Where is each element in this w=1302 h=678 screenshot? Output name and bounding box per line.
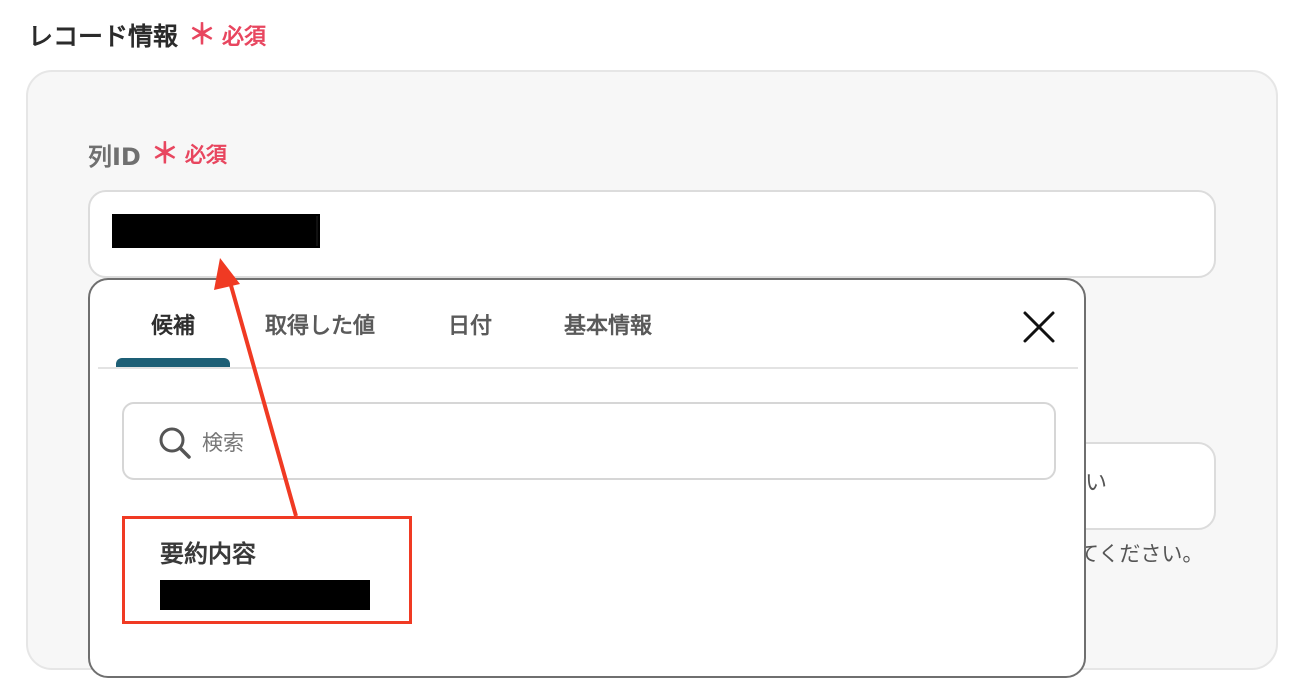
background-input-text: い xyxy=(1085,471,1108,496)
close-icon[interactable] xyxy=(1020,308,1058,346)
tabs-divider xyxy=(98,367,1078,369)
redacted-value xyxy=(112,214,320,248)
section-title-text: レコード情報 xyxy=(28,22,179,51)
required-label: 必須 xyxy=(222,25,267,50)
text-caret xyxy=(316,216,318,246)
field-label-text: 列ID xyxy=(88,142,141,171)
tab-candidates[interactable]: 候補 xyxy=(116,280,230,368)
required-asterisk: ＊ xyxy=(150,137,179,170)
search-box xyxy=(122,402,1056,480)
section-title: レコード情報 ＊ 必須 xyxy=(28,18,266,52)
background-hint-text: てください。 xyxy=(1078,542,1204,566)
tab-acquired-values[interactable]: 取得した値 xyxy=(254,280,386,368)
popup-tabs: 候補 取得した値 日付 基本情報 xyxy=(90,280,1084,369)
required-label: 必須 xyxy=(184,143,227,167)
column-id-input[interactable] xyxy=(88,190,1216,278)
annotation-highlight-box xyxy=(122,516,412,624)
search-input[interactable] xyxy=(200,424,1024,462)
required-asterisk: ＊ xyxy=(188,18,217,51)
field-label: 列ID ＊ 必須 xyxy=(88,137,227,171)
tab-basic-info[interactable]: 基本情報 xyxy=(548,280,668,368)
search-icon xyxy=(159,427,191,459)
tab-date[interactable]: 日付 xyxy=(434,280,506,368)
